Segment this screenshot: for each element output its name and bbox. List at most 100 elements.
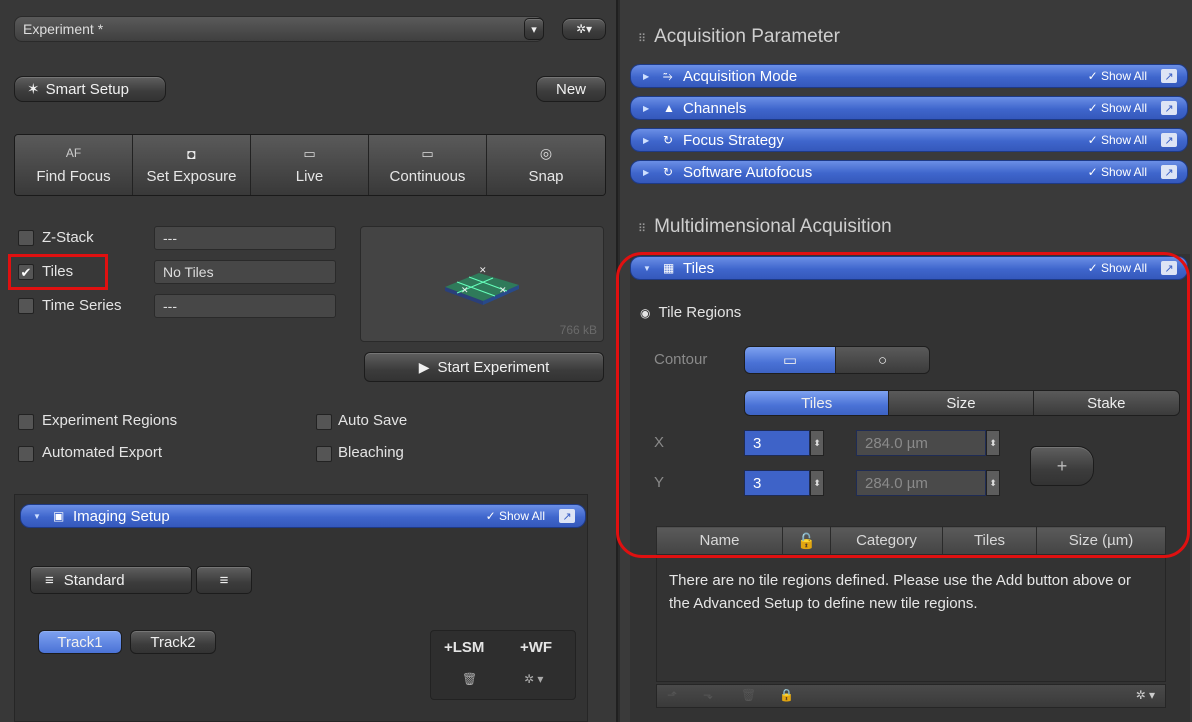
- external-window-icon[interactable]: ↗: [559, 509, 575, 523]
- software-autofocus-bar[interactable]: ▶ ↻ Software Autofocus ✓ Show All ↗: [630, 160, 1188, 184]
- multidimensional-acquisition-title: ⠿ Multidimensional Acquisition: [638, 216, 892, 237]
- set-exposure-button[interactable]: ◘ Set Exposure: [133, 135, 251, 195]
- continuous-button[interactable]: ▭ Continuous: [369, 135, 487, 195]
- grip-icon: ⠿: [638, 223, 647, 235]
- external-window-icon[interactable]: ↗: [1161, 133, 1177, 147]
- new-experiment-button[interactable]: New: [536, 76, 606, 102]
- standard-label: Standard: [63, 571, 125, 589]
- focus-strategy-title: Focus Strategy: [683, 131, 784, 149]
- acquisition-toolbar: AF Find Focus ◘ Set Exposure ▭ Live ▭ Co…: [14, 134, 606, 196]
- tiles-highlight-box: [8, 254, 108, 290]
- camera-icon: ◘: [187, 145, 196, 162]
- standard-options-button[interactable]: ≡: [196, 566, 252, 594]
- expand-triangle-icon: ▶: [643, 167, 650, 177]
- smart-setup-label: Smart Setup: [45, 80, 129, 98]
- snap-label: Snap: [528, 168, 564, 185]
- start-experiment-label: Start Experiment: [437, 358, 550, 376]
- imaging-setup-show-all[interactable]: ✓ Show All: [486, 509, 545, 523]
- experiment-name: Experiment *: [23, 21, 104, 37]
- focus-strategy-bar[interactable]: ▶ ↻ Focus Strategy ✓ Show All ↗: [630, 128, 1188, 152]
- software-autofocus-show-all[interactable]: ✓ Show All: [1088, 165, 1147, 179]
- time-series-summary: ---: [154, 294, 336, 318]
- channels-bar[interactable]: ▶ ▲ Channels ✓ Show All ↗: [630, 96, 1188, 120]
- add-wf-button[interactable]: +WF: [520, 639, 552, 656]
- move-down-icon[interactable]: ⬎: [703, 688, 713, 702]
- video-camera-icon: ▭: [421, 145, 434, 161]
- focus-strategy-show-all[interactable]: ✓ Show All: [1088, 133, 1147, 147]
- track1-label: Track1: [57, 633, 103, 651]
- parameter-panel: ⠿ Acquisition Parameter ▶ ⥲ Acquisition M…: [616, 0, 1192, 722]
- snap-button[interactable]: ◎ Snap: [487, 135, 605, 195]
- track1-button[interactable]: Track1: [38, 630, 122, 654]
- auto-save-checkbox[interactable]: [316, 414, 332, 430]
- experiment-dropdown-arrow[interactable]: ▾: [524, 18, 544, 40]
- tiles-section-highlight: [616, 252, 1190, 558]
- play-icon: ▶: [418, 358, 430, 375]
- table-action-bar: ⬏ ⬎ 🗑 🔒 ✲ ▾: [656, 684, 1166, 708]
- channels-show-all[interactable]: ✓ Show All: [1088, 101, 1147, 115]
- experiment-regions-label: Experiment Regions: [42, 412, 178, 429]
- acquisition-mode-title: Acquisition Mode: [683, 67, 798, 85]
- continuous-label: Continuous: [389, 167, 466, 185]
- svg-text:✕: ✕: [461, 286, 469, 296]
- z-stack-summary: ---: [154, 226, 336, 250]
- acquisition-mode-show-all[interactable]: ✓ Show All: [1088, 69, 1147, 83]
- imaging-setup-title: Imaging Setup: [73, 507, 170, 525]
- live-button[interactable]: ▭ Live: [251, 135, 369, 195]
- track2-button[interactable]: Track2: [130, 630, 216, 654]
- delete-track-icon[interactable]: 🗑: [462, 672, 477, 686]
- external-window-icon[interactable]: ↗: [1161, 69, 1177, 83]
- external-window-icon[interactable]: ↗: [1161, 101, 1177, 115]
- z-stack-checkbox[interactable]: [18, 230, 34, 246]
- experiment-gear-button[interactable]: ✲▾: [562, 18, 606, 40]
- tile-regions-list: There are no tile regions defined. Pleas…: [656, 556, 1166, 682]
- move-up-icon[interactable]: ⬏: [667, 688, 677, 702]
- snap-camera-icon: ◎: [539, 145, 553, 161]
- auto-save-label: Auto Save: [338, 412, 408, 429]
- channels-title: Channels: [683, 99, 747, 117]
- svg-text:✕: ✕: [479, 266, 487, 276]
- table-gear-icon[interactable]: ✲ ▾: [1136, 688, 1155, 702]
- sparkle-icon: ✶: [27, 81, 40, 98]
- find-focus-label: Find Focus: [36, 167, 111, 185]
- tiles-summary: No Tiles: [154, 260, 336, 284]
- standard-mode-button[interactable]: ≡ Standard: [30, 566, 192, 594]
- imaging-setup-header[interactable]: ▼ ▣ Imaging Setup ✓ Show All ↗: [20, 504, 586, 528]
- new-label: New: [555, 80, 586, 98]
- experiment-preview: ✕ ✕ ✕ 766 kB: [360, 226, 604, 342]
- live-icon: ▭: [303, 145, 316, 161]
- software-autofocus-icon: ↻: [663, 165, 674, 179]
- delete-region-icon[interactable]: 🗑: [741, 688, 756, 702]
- add-lsm-button[interactable]: +LSM: [444, 639, 484, 656]
- imaging-setup-icon: ▣: [53, 509, 65, 523]
- menu-icon: ≡: [219, 571, 229, 589]
- live-label: Live: [295, 167, 324, 185]
- channels-icon: ▲: [663, 101, 675, 115]
- expand-triangle-icon: ▶: [643, 103, 650, 113]
- smart-setup-button[interactable]: ✶ Smart Setup: [14, 76, 166, 102]
- bleaching-label: Bleaching: [338, 444, 404, 461]
- experiment-regions-checkbox[interactable]: [18, 414, 34, 430]
- chevron-down-icon: ▾: [531, 23, 537, 36]
- list-icon: ≡: [45, 571, 54, 589]
- automated-export-checkbox[interactable]: [18, 446, 34, 462]
- z-stack-label: Z-Stack: [42, 229, 94, 246]
- experiment-dropdown[interactable]: Experiment *: [14, 16, 544, 42]
- external-window-icon[interactable]: ↗: [1161, 165, 1177, 179]
- grip-icon: ⠿: [638, 33, 647, 45]
- acquisition-mode-bar[interactable]: ▶ ⥲ Acquisition Mode ✓ Show All ↗: [630, 64, 1188, 88]
- track-gear-icon[interactable]: ✲ ▾: [524, 672, 543, 686]
- time-series-label: Time Series: [42, 297, 122, 314]
- software-autofocus-title: Software Autofocus: [683, 163, 813, 181]
- set-exposure-label: Set Exposure: [146, 167, 237, 185]
- time-series-checkbox[interactable]: [18, 298, 34, 314]
- track2-label: Track2: [150, 633, 196, 651]
- preview-size: 766 kB: [559, 323, 597, 337]
- gear-icon: ✲▾: [575, 22, 593, 36]
- bleaching-checkbox[interactable]: [316, 446, 332, 462]
- lock-region-icon[interactable]: 🔒: [779, 688, 794, 702]
- start-experiment-button[interactable]: ▶ Start Experiment: [364, 352, 604, 382]
- svg-text:✕: ✕: [499, 286, 507, 296]
- find-focus-button[interactable]: AF Find Focus: [15, 135, 133, 195]
- collapse-triangle-icon: ▼: [33, 511, 41, 521]
